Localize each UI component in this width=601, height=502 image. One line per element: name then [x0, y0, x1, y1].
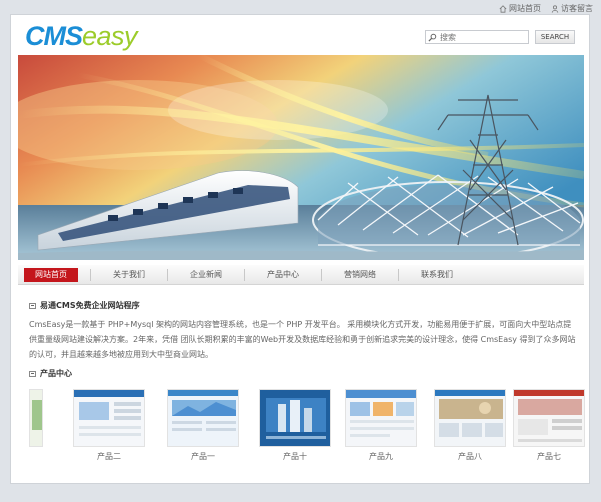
product-item[interactable]: 产品十 — [259, 389, 331, 462]
product-thumb — [259, 389, 331, 447]
hero-banner — [18, 55, 584, 260]
product-item[interactable]: 产品一 — [167, 389, 239, 462]
nav-news[interactable]: 企业新闻 — [180, 268, 232, 282]
site-logo[interactable]: CMS easy — [25, 21, 138, 53]
guestbook-link[interactable]: 访客留言 — [551, 3, 593, 14]
product-item[interactable]: 产品七 — [513, 389, 585, 462]
main-nav: 网站首页 关于我们 企业新闻 产品中心 营销网络 联系我们 — [18, 265, 584, 285]
page-container: CMSeasy SEARCH — [10, 14, 590, 484]
nav-contact[interactable]: 联系我们 — [411, 268, 463, 282]
nav-divider — [167, 268, 168, 281]
nav-divider — [90, 268, 91, 281]
products-heading: 产品中心 — [29, 368, 72, 379]
section-bullet-icon — [29, 302, 36, 309]
product-item[interactable]: 产品二 — [73, 389, 145, 462]
logo-cms: CMS — [25, 21, 83, 51]
product-caption: 产品九 — [369, 452, 393, 461]
house-icon — [499, 4, 507, 13]
product-caption: 产品二 — [97, 452, 121, 461]
product-thumb — [345, 389, 417, 447]
product-caption: 产品八 — [458, 452, 482, 461]
product-caption: 产品一 — [191, 452, 215, 461]
nav-products[interactable]: 产品中心 — [257, 268, 309, 282]
search-icon — [428, 33, 437, 42]
nav-divider — [244, 268, 245, 281]
search-button[interactable]: SEARCH — [535, 30, 575, 44]
product-item-partial[interactable] — [29, 389, 43, 447]
search-box[interactable] — [425, 30, 529, 44]
nav-network[interactable]: 营销网络 — [334, 268, 386, 282]
about-heading: 易通CMS免费企业网站程序 — [29, 300, 140, 311]
product-caption: 产品十 — [283, 452, 307, 461]
section-bullet-icon — [29, 370, 36, 377]
product-item[interactable]: 产品八 — [434, 389, 506, 462]
product-gallery: 产品二 产品一 产品十 产品九 产品八 产品七 — [29, 389, 585, 462]
products-title: 产品中心 — [40, 369, 72, 378]
person-icon — [551, 4, 559, 13]
nav-divider — [321, 268, 322, 281]
home-link-label: 网站首页 — [509, 4, 541, 13]
about-title: 易通CMS免费企业网站程序 — [40, 301, 140, 310]
nav-about[interactable]: 关于我们 — [103, 268, 155, 282]
nav-divider — [398, 268, 399, 281]
product-thumb — [29, 389, 43, 447]
guestbook-link-label: 访客留言 — [561, 4, 593, 13]
home-link[interactable]: 网站首页 — [499, 3, 541, 14]
product-caption: 产品七 — [537, 452, 561, 461]
product-thumb — [167, 389, 239, 447]
product-thumb — [513, 389, 585, 447]
logo-easy: easy — [82, 21, 138, 51]
product-thumb — [73, 389, 145, 447]
about-text: CmsEasy是一款基于 PHP+Mysql 架构的网站内容管理系统，也是一个 … — [29, 320, 576, 359]
search-input[interactable] — [440, 31, 528, 43]
search-area: SEARCH — [425, 30, 575, 44]
banner-illustration — [18, 55, 584, 260]
nav-home[interactable]: 网站首页 — [24, 267, 78, 282]
product-thumb — [434, 389, 506, 447]
top-links: 网站首页 访客留言 — [499, 3, 593, 14]
product-item[interactable]: 产品九 — [345, 389, 417, 462]
